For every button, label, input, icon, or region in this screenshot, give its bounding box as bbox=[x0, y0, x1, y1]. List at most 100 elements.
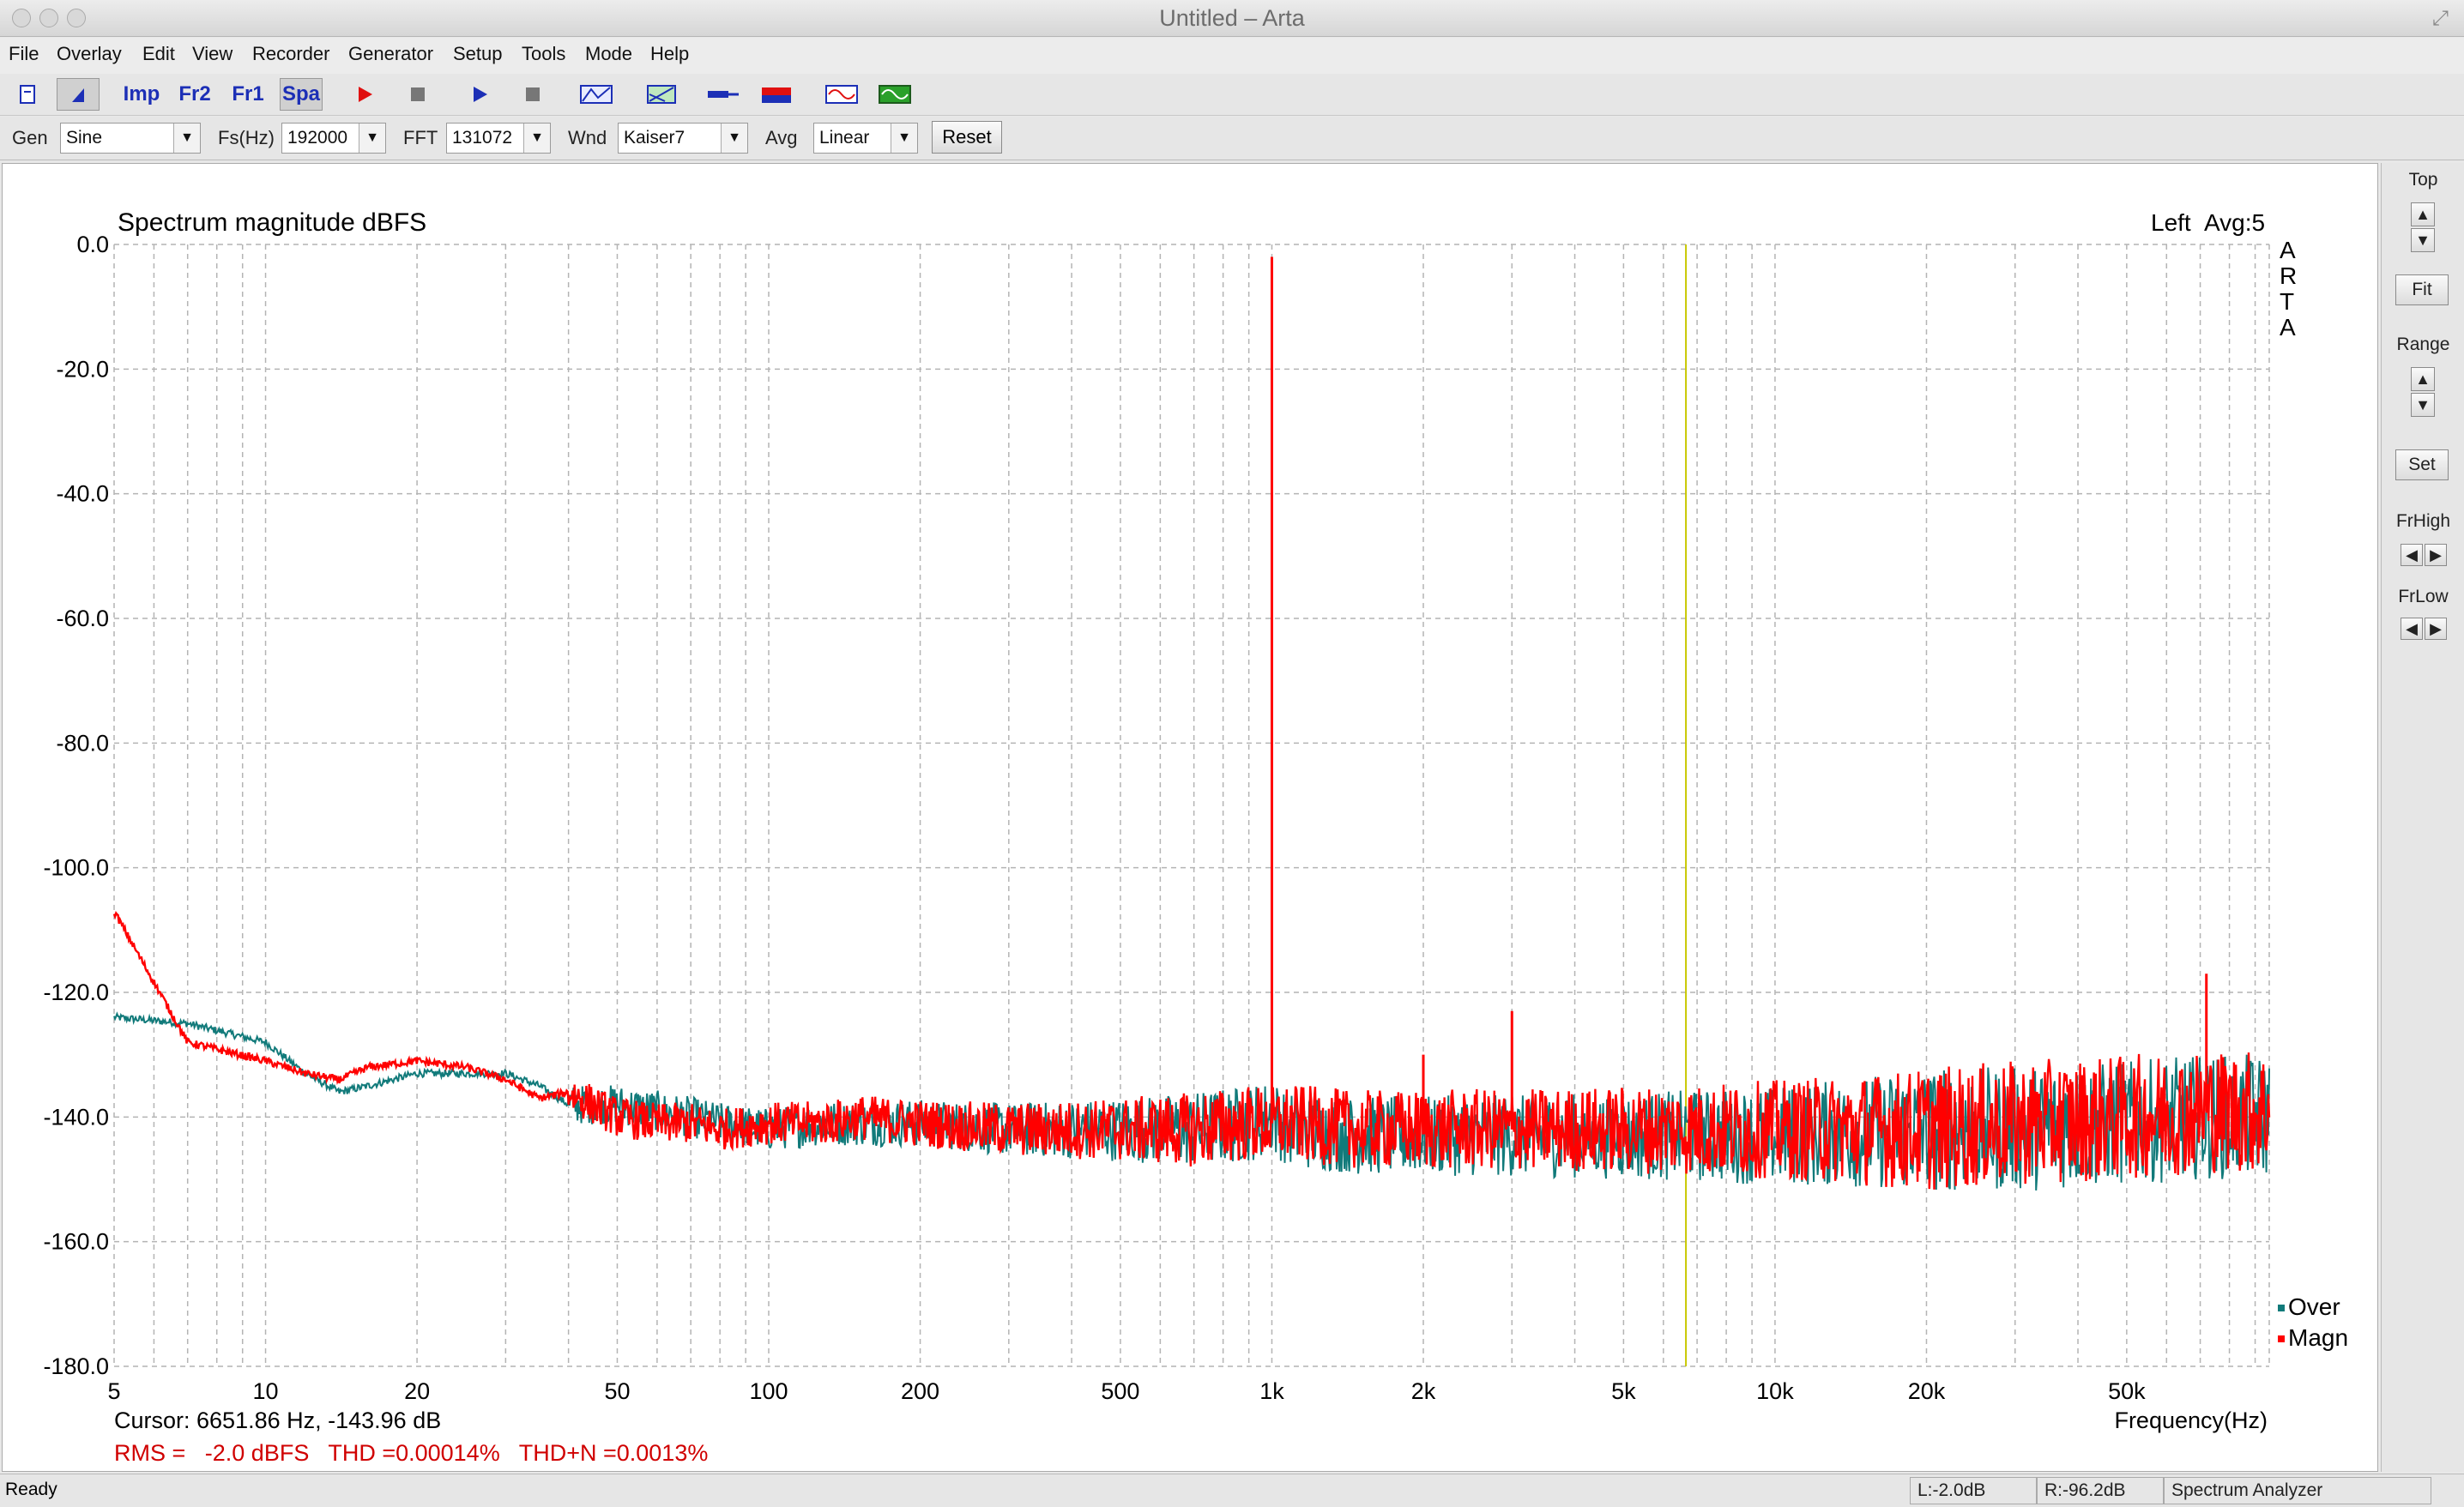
generator-icon[interactable] bbox=[873, 78, 916, 111]
top-up-button[interactable]: ▲ bbox=[2411, 202, 2435, 226]
chevron-down-icon: ▼ bbox=[523, 124, 550, 153]
menu-recorder[interactable]: Recorder bbox=[252, 43, 329, 65]
fr2-mode-button[interactable]: Fr2 bbox=[173, 78, 216, 111]
x-tick-label: 100 bbox=[749, 1378, 788, 1404]
spectrum-plot[interactable]: 0.0 -20.0 -40.0 -60.0 -80.0 -100.0 -120.0 -140.… bbox=[2, 163, 2378, 1472]
fit-button[interactable]: Fit bbox=[2395, 274, 2449, 305]
x-tick-label: 50 bbox=[604, 1378, 630, 1404]
window-title: Untitled – Arta bbox=[1159, 5, 1305, 31]
x-axis-title: Frequency(Hz) bbox=[2114, 1408, 2268, 1433]
menu-overlay[interactable]: Overlay bbox=[57, 43, 122, 65]
x-tick-label: 1k bbox=[1259, 1378, 1284, 1404]
reset-button[interactable]: Reset bbox=[932, 121, 1002, 154]
probe-icon[interactable] bbox=[702, 78, 745, 111]
y-tick-label: 0.0 bbox=[76, 232, 109, 257]
scope-icon[interactable] bbox=[820, 78, 863, 111]
fs-value: 192000 bbox=[287, 128, 348, 148]
x-tick-label: 5 bbox=[107, 1378, 120, 1404]
legend: Over Magn bbox=[2278, 1293, 2348, 1351]
y-tick-label: -140.0 bbox=[43, 1104, 109, 1130]
chart-title: Spectrum magnitude dBFS bbox=[118, 208, 426, 237]
stop-icon[interactable] bbox=[396, 78, 439, 111]
range-down-button[interactable]: ▼ bbox=[2411, 393, 2435, 417]
frlow-label: FrLow bbox=[2398, 587, 2449, 606]
menu-setup[interactable]: Setup bbox=[453, 43, 503, 65]
menu-file[interactable]: File bbox=[9, 43, 39, 65]
y-tick-label: -20.0 bbox=[56, 356, 109, 382]
chart-series bbox=[112, 244, 2271, 1366]
range-label: Range bbox=[2396, 335, 2450, 354]
stop-icon[interactable] bbox=[511, 78, 554, 111]
frhigh-right-button[interactable]: ▶ bbox=[2425, 544, 2447, 566]
frlow-right-button[interactable]: ▶ bbox=[2425, 618, 2447, 640]
toolbar: Imp Fr2 Fr1 Spa bbox=[0, 74, 2464, 116]
fs-select[interactable]: 192000 ▼ bbox=[281, 123, 386, 154]
avg-select[interactable]: Linear ▼ bbox=[813, 123, 918, 154]
wnd-label: Wnd bbox=[568, 127, 607, 148]
y-tick-label: -100.0 bbox=[43, 855, 109, 881]
avg-value: Linear bbox=[819, 128, 870, 148]
fft-value: 131072 bbox=[452, 128, 513, 148]
spectrum-chart[interactable]: 0.0 -20.0 -40.0 -60.0 -80.0 -100.0 -120.0 -140.… bbox=[3, 164, 2377, 1471]
x-tick-label: 200 bbox=[901, 1378, 939, 1404]
watermark-letter: A bbox=[2280, 314, 2296, 341]
fr1-mode-button[interactable]: Fr1 bbox=[226, 78, 269, 111]
x-tick-label: 5k bbox=[1611, 1378, 1636, 1404]
gen-select[interactable]: Sine ▼ bbox=[60, 123, 201, 154]
abc-icon[interactable] bbox=[575, 78, 618, 111]
window-titlebar: Untitled – Arta ⤢ bbox=[0, 0, 2464, 37]
y-tick-label: -60.0 bbox=[56, 606, 109, 631]
fullscreen-icon[interactable]: ⤢ bbox=[2432, 7, 2449, 31]
watermark-letter: A bbox=[2280, 237, 2296, 263]
chart-grid bbox=[113, 244, 2270, 1367]
fft-select[interactable]: 131072 ▼ bbox=[446, 123, 551, 154]
imp-mode-button[interactable]: Imp bbox=[120, 78, 163, 111]
status-mode: Spectrum Analyzer bbox=[2164, 1477, 2431, 1504]
frlow-left-button[interactable]: ◀ bbox=[2401, 618, 2423, 640]
y-tick-label: -160.0 bbox=[43, 1229, 109, 1255]
avg-count: Avg:5 bbox=[2204, 209, 2265, 236]
menu-edit[interactable]: Edit bbox=[142, 43, 175, 65]
status-ready: Ready bbox=[5, 1480, 57, 1499]
legend-swatch-over bbox=[2278, 1305, 2285, 1311]
y-tick-label: -80.0 bbox=[56, 730, 109, 756]
x-tick-label: 500 bbox=[1101, 1378, 1139, 1404]
chevron-down-icon: ▼ bbox=[359, 124, 385, 153]
overlay-icon[interactable] bbox=[57, 78, 100, 111]
color-icon[interactable] bbox=[755, 78, 798, 111]
y-axis: 0.0 -20.0 -40.0 -60.0 -80.0 -100.0 -120.0 -140.… bbox=[43, 232, 109, 1379]
right-control-panel: Top ▲ ▼ Fit Range ▲ ▼ Set FrHigh ◀ ▶ FrL… bbox=[2381, 163, 2464, 1472]
menu-mode[interactable]: Mode bbox=[585, 43, 632, 65]
menu-bar: File Overlay Edit View Recorder Generato… bbox=[0, 38, 2464, 75]
watermark-letter: R bbox=[2280, 262, 2297, 289]
x-tick-label: 50k bbox=[2108, 1378, 2146, 1404]
top-label: Top bbox=[2408, 170, 2438, 190]
x-tick-label: 20k bbox=[1908, 1378, 1946, 1404]
new-file-icon[interactable] bbox=[7, 78, 50, 111]
menu-view[interactable]: View bbox=[192, 43, 233, 65]
play-icon[interactable] bbox=[458, 78, 501, 111]
avg-label: Avg bbox=[765, 127, 798, 148]
spa-mode-button[interactable]: Spa bbox=[280, 78, 323, 111]
status-bar: Ready L:-2.0dB R:-96.2dB Spectrum Analyz… bbox=[0, 1474, 2464, 1507]
series-line-magn bbox=[112, 911, 2271, 1190]
menu-generator[interactable]: Generator bbox=[348, 43, 433, 65]
menu-help[interactable]: Help bbox=[650, 43, 689, 65]
fs-label: Fs(Hz) bbox=[218, 127, 275, 148]
menu-tools[interactable]: Tools bbox=[522, 43, 565, 65]
gen-value: Sine bbox=[66, 128, 103, 148]
set-button[interactable]: Set bbox=[2395, 449, 2449, 480]
wnd-select[interactable]: Kaiser7 ▼ bbox=[618, 123, 748, 154]
top-down-button[interactable]: ▼ bbox=[2411, 228, 2435, 252]
chart-icon[interactable] bbox=[640, 78, 683, 111]
x-tick-label: 20 bbox=[404, 1378, 430, 1404]
record-icon[interactable] bbox=[343, 78, 386, 111]
y-tick-label: -120.0 bbox=[43, 980, 109, 1005]
x-tick-label: 10 bbox=[253, 1378, 279, 1404]
range-up-button[interactable]: ▲ bbox=[2411, 367, 2435, 391]
chevron-down-icon: ▼ bbox=[891, 124, 917, 153]
legend-label-over: Over bbox=[2288, 1293, 2340, 1320]
distortion-metrics: RMS = -2.0 dBFS THD =0.00014% THD+N =0.0… bbox=[114, 1440, 708, 1466]
frhigh-left-button[interactable]: ◀ bbox=[2401, 544, 2423, 566]
cursor-readout: Cursor: 6651.86 Hz, -143.96 dB bbox=[114, 1408, 441, 1433]
